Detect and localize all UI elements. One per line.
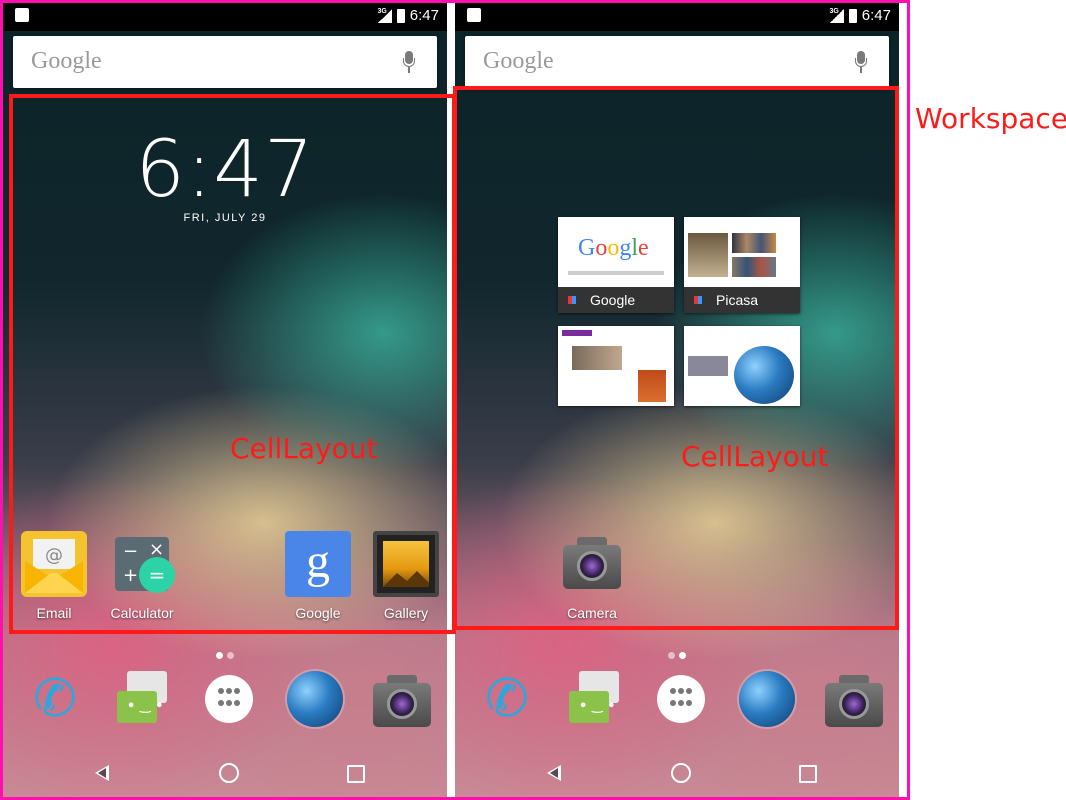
google-search-bar[interactable]: Google	[465, 36, 889, 88]
celllayout-label-left: CellLayout	[230, 432, 378, 465]
messaging-icon[interactable]: • ‿ •	[113, 669, 173, 729]
page-dot	[227, 652, 234, 659]
signal-icon	[377, 8, 392, 23]
home-icon[interactable]	[671, 763, 691, 783]
phone-icon[interactable]: ✆	[477, 669, 537, 729]
battery-icon	[396, 8, 405, 23]
celllayout-label-right: CellLayout	[681, 440, 829, 473]
home-icon[interactable]	[219, 763, 239, 783]
notification-icon	[15, 8, 29, 22]
celllayout-box-right	[453, 86, 899, 630]
phone-icon[interactable]: ✆	[25, 669, 85, 729]
page-dot	[216, 652, 223, 659]
search-placeholder: Google	[31, 48, 102, 74]
workspace-label: Workspace	[915, 102, 1066, 135]
signal-icon	[829, 8, 844, 23]
browser-icon[interactable]	[285, 669, 345, 729]
all-apps-icon[interactable]	[199, 669, 259, 729]
camera-icon[interactable]	[369, 669, 431, 729]
status-bar: 3G 6:47	[3, 3, 447, 31]
navigation-bar	[3, 751, 447, 797]
back-icon[interactable]	[547, 765, 561, 781]
mic-icon[interactable]	[855, 51, 867, 73]
celllayout-box-left	[9, 94, 456, 634]
recents-icon[interactable]	[799, 765, 817, 783]
page-dot	[679, 652, 686, 659]
status-time: 6:47	[861, 7, 891, 24]
page-indicator	[3, 644, 447, 663]
search-placeholder: Google	[483, 48, 554, 74]
google-search-bar[interactable]: Google	[13, 36, 437, 88]
page-indicator	[455, 644, 899, 663]
status-time: 6:47	[409, 7, 439, 24]
page-dot	[668, 652, 675, 659]
all-apps-icon[interactable]	[651, 669, 711, 729]
recents-icon[interactable]	[347, 765, 365, 783]
navigation-bar	[455, 751, 899, 797]
messaging-icon[interactable]: • ‿ •	[565, 669, 625, 729]
back-icon[interactable]	[95, 765, 109, 781]
notification-icon	[467, 8, 481, 22]
mic-icon[interactable]	[403, 51, 415, 73]
battery-icon	[848, 8, 857, 23]
status-bar: 3G 6:47	[455, 3, 899, 31]
camera-icon[interactable]	[821, 669, 883, 729]
browser-icon[interactable]	[737, 669, 797, 729]
